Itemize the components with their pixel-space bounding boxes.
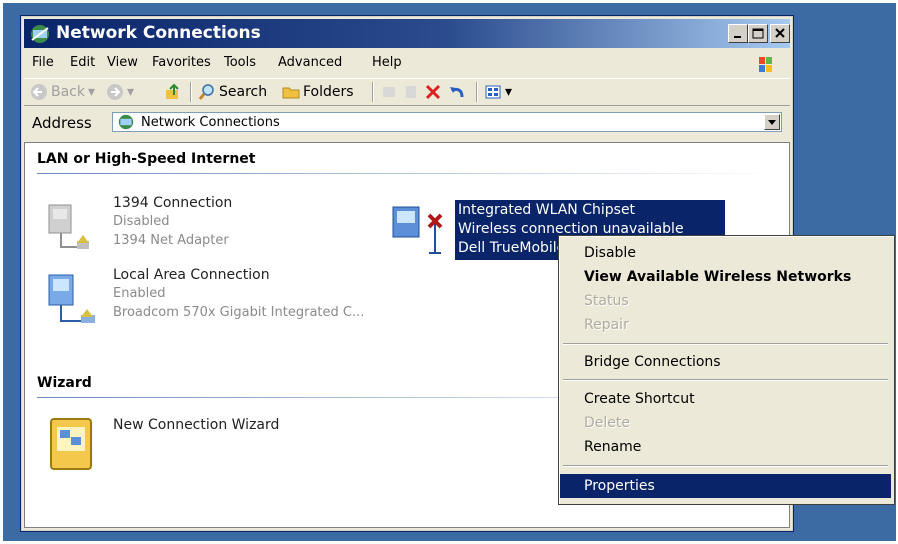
- toolbar-separator: [190, 82, 192, 102]
- copy-to-button[interactable]: [402, 82, 420, 102]
- context-menu: Disable View Available Wireless Networks…: [558, 235, 895, 505]
- connection-name: Local Area Connection: [113, 267, 270, 283]
- menu-item-label: Rename: [584, 439, 642, 455]
- group-divider: [37, 173, 777, 174]
- wizard-book-icon: [50, 418, 92, 470]
- minimize-button[interactable]: [728, 24, 748, 43]
- views-dropdown-icon[interactable]: ▾: [505, 84, 512, 100]
- group-heading-lan: LAN or High-Speed Internet: [37, 151, 256, 167]
- menu-item-create-shortcut[interactable]: Create Shortcut: [560, 387, 891, 411]
- folders-button[interactable]: Folders: [282, 82, 354, 102]
- connection-status: Enabled: [113, 286, 166, 301]
- up-folder-icon: [166, 83, 179, 99]
- copy-to-icon: [406, 86, 416, 98]
- search-icon: [198, 84, 214, 100]
- views-button[interactable]: ▾: [484, 82, 512, 102]
- menu-item-label: View Available Wireless Networks: [584, 269, 852, 285]
- connection-device: 1394 Net Adapter: [113, 233, 229, 248]
- menu-item-properties[interactable]: Properties: [560, 474, 891, 498]
- address-bar: Address Network Connections: [24, 110, 790, 136]
- forward-arrow-icon: [107, 84, 123, 100]
- address-value: Network Connections: [141, 115, 280, 130]
- folders-icon: [282, 87, 300, 99]
- menu-item-label: Repair: [584, 317, 629, 333]
- address-label: Address: [32, 114, 92, 132]
- minimize-icon: [734, 36, 741, 38]
- window-title: Network Connections: [56, 23, 261, 43]
- connection-device: Dell TrueMobile: [458, 240, 566, 256]
- toolbar-separator: [476, 82, 478, 102]
- undo-button[interactable]: [448, 82, 466, 102]
- menu-separator: [563, 465, 888, 467]
- move-to-button[interactable]: [380, 82, 398, 102]
- delete-button[interactable]: [424, 82, 442, 102]
- menu-help[interactable]: Help: [372, 55, 402, 70]
- windows-logo-icon: [759, 57, 772, 72]
- menu-item-label: Disable: [584, 245, 636, 261]
- menu-item-label: Status: [584, 293, 629, 309]
- back-button[interactable]: Back ▾: [30, 82, 95, 102]
- connection-name: Integrated WLAN Chipset: [458, 202, 636, 218]
- connection-status: Disabled: [113, 214, 170, 229]
- menu-edit[interactable]: Edit: [70, 55, 95, 70]
- network-connections-icon: [118, 114, 134, 130]
- chevron-down-icon: [768, 120, 776, 125]
- menu-item-label: Bridge Connections: [584, 354, 721, 370]
- menu-file[interactable]: File: [32, 55, 54, 70]
- back-label: Back: [51, 84, 85, 100]
- menu-tools[interactable]: Tools: [224, 55, 256, 70]
- lan-connection-icon: [48, 274, 95, 323]
- search-button[interactable]: Search: [198, 82, 267, 102]
- views-icon: [485, 85, 501, 99]
- disabled-network-connection-icon: [48, 204, 89, 249]
- menu-item-bridge[interactable]: Bridge Connections: [560, 350, 891, 374]
- maximize-button[interactable]: [748, 24, 768, 43]
- menu-item-rename[interactable]: Rename: [560, 435, 891, 459]
- folders-label: Folders: [303, 84, 354, 100]
- menu-item-label: Create Shortcut: [584, 391, 695, 407]
- menu-separator: [563, 343, 888, 345]
- connection-name: 1394 Connection: [113, 195, 233, 211]
- move-to-icon: [383, 87, 395, 97]
- close-icon: [775, 28, 785, 38]
- close-button[interactable]: [770, 24, 790, 43]
- menu-favorites[interactable]: Favorites: [152, 55, 211, 70]
- menu-view[interactable]: View: [107, 55, 138, 70]
- network-connections-icon: [31, 25, 49, 43]
- menu-item-label: Delete: [584, 415, 630, 431]
- address-field[interactable]: Network Connections: [112, 112, 782, 132]
- menu-item-view-wireless[interactable]: View Available Wireless Networks: [560, 265, 891, 289]
- menu-item-label: Properties: [584, 478, 655, 494]
- delete-x-icon: [425, 84, 441, 100]
- undo-icon: [450, 87, 464, 98]
- back-dropdown-icon[interactable]: ▾: [88, 84, 95, 100]
- maximize-icon: [752, 28, 764, 39]
- menu-item-status: Status: [560, 289, 891, 313]
- up-folder-button[interactable]: [164, 82, 182, 102]
- menu-item-disable[interactable]: Disable: [560, 241, 891, 265]
- toolbar-separator: [372, 82, 374, 102]
- menu-item-repair: Repair: [560, 313, 891, 337]
- back-arrow-icon: [31, 84, 47, 100]
- group-heading-wizard: Wizard: [37, 375, 92, 391]
- menu-item-delete: Delete: [560, 411, 891, 435]
- title-bar[interactable]: Network Connections: [24, 19, 790, 48]
- search-label: Search: [219, 84, 268, 100]
- menu-advanced[interactable]: Advanced: [278, 55, 342, 70]
- forward-button[interactable]: ▾: [106, 82, 134, 102]
- address-dropdown-button[interactable]: [764, 114, 780, 130]
- wizard-name: New Connection Wizard: [113, 417, 280, 433]
- standard-toolbar: Back ▾ ▾ Search Folders ▾: [24, 78, 790, 106]
- menu-bar: File Edit View Favorites Tools Advanced …: [24, 52, 790, 74]
- connection-device: Broadcom 570x Gigabit Integrated C...: [113, 305, 365, 320]
- forward-dropdown-icon[interactable]: ▾: [127, 84, 134, 100]
- menu-separator: [563, 379, 888, 381]
- wireless-unavailable-icon: [392, 206, 443, 254]
